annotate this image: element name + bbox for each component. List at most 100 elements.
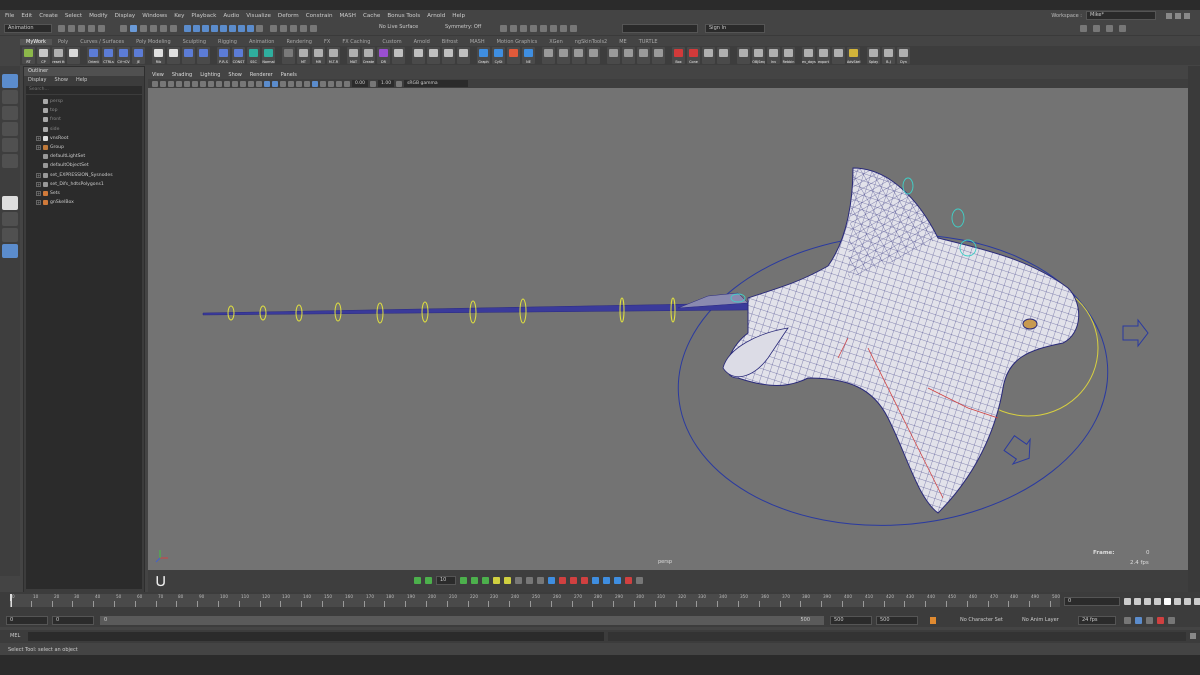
pause-icon[interactable] <box>570 25 577 32</box>
anim-2-icon[interactable] <box>537 577 544 584</box>
script-editor-icon[interactable] <box>1190 633 1196 639</box>
outliner-item[interactable]: side <box>26 125 142 134</box>
shelf-button-45[interactable]: OBJSeq <box>752 47 765 64</box>
shelf-button-36[interactable] <box>607 47 620 64</box>
shelf-button-16[interactable] <box>282 47 295 64</box>
menu-deform[interactable]: Deform <box>278 13 299 19</box>
shelf-tab-animation[interactable]: Animation <box>243 39 281 45</box>
expand-toggle-icon[interactable] <box>36 127 41 132</box>
default-material-icon[interactable] <box>256 80 262 87</box>
shelf-tab-turtle[interactable]: TURTLE <box>633 39 664 45</box>
tool-settings-icon[interactable] <box>1106 25 1113 32</box>
grid-icon[interactable] <box>184 80 190 87</box>
shelf-button-40[interactable]: Box <box>672 47 685 64</box>
shelf-button-50[interactable] <box>832 47 845 64</box>
outliner-scrollbar[interactable] <box>26 584 142 589</box>
sign-in-button[interactable]: Sign In <box>705 24 765 33</box>
anim-prefs-icon[interactable] <box>1146 617 1153 624</box>
camera-attr-icon[interactable] <box>160 80 166 87</box>
character-set-field[interactable]: No Character Set <box>960 616 1003 625</box>
menu-audio[interactable]: Audio <box>223 13 239 19</box>
expand-toggle-icon[interactable] <box>36 99 41 104</box>
shelf-tab-bifrost[interactable]: Bifrost <box>436 39 464 45</box>
expand-toggle-icon[interactable] <box>36 108 41 113</box>
undo-icon[interactable] <box>88 25 95 32</box>
select-tool-icon[interactable] <box>2 74 18 88</box>
shelf-button-54[interactable]: Dyn <box>897 47 910 64</box>
menu-windows[interactable]: Windows <box>142 13 167 19</box>
quick-search-input[interactable] <box>622 24 698 33</box>
shelf-button-49[interactable]: export <box>817 47 830 64</box>
shelf-button-1[interactable]: CP <box>37 47 50 64</box>
anim-4-icon[interactable] <box>559 577 566 584</box>
channel-box-tab-strip[interactable] <box>1188 66 1200 592</box>
resolution-gate-icon[interactable] <box>200 80 206 87</box>
menu-modify[interactable]: Modify <box>89 13 108 19</box>
mask-6-icon[interactable] <box>229 25 236 32</box>
range-end-field[interactable]: 500 <box>830 616 872 625</box>
shelf-tab-poly[interactable]: Poly <box>52 39 74 45</box>
range-anim-start-field[interactable]: 0 <box>52 616 94 625</box>
rotate-tool-icon[interactable] <box>2 138 18 152</box>
menu-constrain[interactable]: Constrain <box>306 13 333 19</box>
vp-menu-lighting[interactable]: Lighting <box>200 72 220 78</box>
shelf-tab-xgen[interactable]: XGen <box>543 39 569 45</box>
vp-menu-renderer[interactable]: Renderer <box>250 72 273 78</box>
loop-icon[interactable] <box>1124 617 1131 624</box>
anim-7-icon[interactable] <box>592 577 599 584</box>
mask-4-icon[interactable] <box>211 25 218 32</box>
step-forward-icon[interactable] <box>1174 598 1181 605</box>
snap-live-icon[interactable] <box>310 25 317 32</box>
mask-2-icon[interactable] <box>193 25 200 32</box>
expand-toggle-icon[interactable] <box>36 163 41 168</box>
menu-key[interactable]: Key <box>174 13 184 19</box>
workspace-dropdown[interactable]: Mike* <box>1086 11 1156 20</box>
shelf-button-22[interactable]: DR <box>377 47 390 64</box>
shelf-button-13[interactable]: CONST <box>232 47 245 64</box>
anim-layer-field[interactable]: No Anim Layer <box>1022 616 1059 625</box>
xray-joints-icon[interactable] <box>336 80 342 87</box>
menuset-dropdown[interactable]: Animation <box>4 24 52 33</box>
shelf-button-31[interactable]: NE <box>522 47 535 64</box>
paint-select-icon[interactable] <box>2 106 18 120</box>
antialias-icon[interactable] <box>312 80 318 87</box>
motion-blur-icon[interactable] <box>304 80 310 87</box>
outliner-item[interactable]: + set_Difs_hdtsPolygons1 <box>26 180 142 189</box>
menu-help[interactable]: Help <box>452 13 465 19</box>
vp-menu-panels[interactable]: Panels <box>281 72 297 78</box>
exposure-icon[interactable] <box>344 80 350 87</box>
time-slider[interactable]: 0 10 20 30 40 50 60 70 80 90 100 110 120 130 140 150 160… <box>10 594 1060 607</box>
anim-6-icon[interactable] <box>581 577 588 584</box>
shelf-tab-rigging[interactable]: Rigging <box>212 39 243 45</box>
shelf-button-27[interactable] <box>457 47 470 64</box>
range-anim-end-field[interactable]: 500 <box>876 616 918 625</box>
shelf-button-11[interactable] <box>197 47 210 64</box>
shelf-tab-me[interactable]: ME <box>613 39 632 45</box>
outliner-item[interactable]: + Sets <box>26 189 142 198</box>
smooth-shade-icon[interactable] <box>248 80 254 87</box>
shelf-button-12[interactable]: P-R-S <box>217 47 230 64</box>
menu-playback[interactable]: Playback <box>191 13 216 19</box>
shelf-tab-motion-graphics[interactable]: Motion Graphics <box>491 39 544 45</box>
shelf-button-10[interactable] <box>182 47 195 64</box>
menu-display[interactable]: Display <box>115 13 136 19</box>
search-icon[interactable] <box>636 577 643 584</box>
vp-menu-show[interactable]: Show <box>228 72 242 78</box>
shelf-button-4[interactable]: Orient <box>87 47 100 64</box>
outliner-menu-display[interactable]: Display <box>28 76 46 85</box>
tangent-3-icon[interactable] <box>482 577 489 584</box>
shelf-button-24[interactable] <box>412 47 425 64</box>
shelf-button-18[interactable]: MR <box>312 47 325 64</box>
two-pane-icon[interactable] <box>2 228 18 242</box>
shelf-button-39[interactable] <box>652 47 665 64</box>
menu-select[interactable]: Select <box>65 13 82 19</box>
shelf-tab-ngskintools2[interactable]: ngSkinTools2 <box>569 39 613 45</box>
menu-arnold[interactable]: Arnold <box>427 13 445 19</box>
ipr-icon[interactable] <box>520 25 527 32</box>
step-forward-key-icon[interactable] <box>1184 598 1191 605</box>
outliner-item[interactable]: front <box>26 115 142 124</box>
outliner-item[interactable]: + Group <box>26 143 142 152</box>
shelf-tab-arnold[interactable]: Arnold <box>408 39 436 45</box>
key-icon[interactable] <box>414 577 421 584</box>
scale-tool-icon[interactable] <box>2 154 18 168</box>
